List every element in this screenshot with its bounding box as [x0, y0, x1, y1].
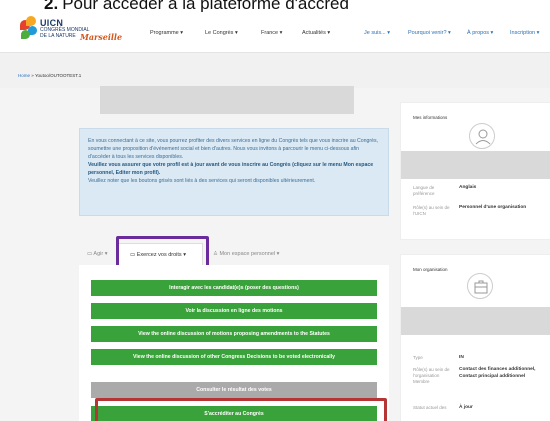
- info-paragraph-profile: Veuillez vous assurer que votre profil e…: [88, 162, 374, 176]
- iucn-role-label: Rôle(s) au sein de l'UICN: [413, 205, 450, 216]
- nav-je-suis[interactable]: Je suis... ▾: [364, 30, 390, 36]
- redacted-page-title: [100, 86, 354, 114]
- org-type-value: IN: [459, 355, 464, 360]
- logo-petal-green-icon: [21, 30, 30, 39]
- nav-inscription[interactable]: Inscription ▾: [510, 30, 539, 36]
- highlight-accreditation-button: [95, 398, 387, 421]
- language-label: Langue de préférence: [413, 185, 435, 196]
- tab-mon-espace-personnel[interactable]: ♙ Mon espace personnel ▾: [213, 251, 279, 257]
- redacted-user-name: [401, 151, 550, 179]
- redacted-organisation-name: [401, 307, 550, 335]
- nav-a-propos[interactable]: À propos ▾: [467, 30, 493, 36]
- logo-petal-orange-icon: [26, 16, 36, 26]
- breadcrumb-separator: »: [31, 73, 34, 78]
- breadcrumb-current: Youtoo/OUTOOTEST.1: [34, 73, 82, 78]
- my-organisation-title: Mon organisation: [413, 267, 448, 272]
- user-avatar-icon: [469, 123, 495, 149]
- info-paragraph-intro: En vous connectant à ce site, vous pourr…: [88, 138, 379, 160]
- view-statutes-discussion-button[interactable]: View the online discussion of motions pr…: [91, 326, 377, 342]
- org-type-label: Type: [413, 355, 423, 360]
- logo-city: Marseille: [80, 32, 123, 42]
- view-motions-discussion-button[interactable]: Voir la discussion en ligne des motions: [91, 303, 377, 319]
- nav-actualites[interactable]: Actualités ▾: [302, 30, 330, 36]
- briefcase-icon: [467, 273, 493, 299]
- nav-programme[interactable]: Programme ▾: [150, 30, 183, 36]
- breadcrumb: Home » Youtoo/OUTOOTEST.1: [18, 73, 81, 78]
- vote-results-button: Consulter le résultat des votes: [91, 382, 377, 398]
- info-message-box: En vous connectant à ce site, vous pourr…: [79, 128, 389, 216]
- page: 2. Pour accéder à la plateforme d'accréd …: [0, 0, 550, 421]
- nav-france[interactable]: France ▾: [261, 30, 282, 36]
- org-role-label: Rôle(s) au sein de l'organisation Membre: [413, 367, 450, 384]
- my-organisation-card: Mon organisation Type IN Rôle(s) au sein…: [400, 254, 550, 421]
- my-info-card: Mes informations Langue de préférence An…: [400, 102, 550, 240]
- iucn-role-value: Personnel d'une organisation: [459, 205, 527, 210]
- breadcrumb-bar: Home » Youtoo/OUTOOTEST.1: [0, 52, 550, 88]
- nav-pourquoi-venir[interactable]: Pourquoi venir? ▾: [408, 30, 451, 36]
- info-paragraph-grey-buttons: Veuillez noter que les boutons grisés so…: [88, 178, 316, 184]
- nav-le-congres[interactable]: Le Congrès ▾: [205, 30, 238, 36]
- breadcrumb-home[interactable]: Home: [18, 73, 30, 78]
- top-navbar: UICN CONGRÈS MONDIAL DE LA NATURE Marsei…: [0, 12, 550, 52]
- iucn-logo[interactable]: UICN CONGRÈS MONDIAL DE LA NATURE Marsei…: [20, 16, 130, 48]
- org-status-value: À jour: [459, 405, 473, 410]
- my-info-title: Mes informations: [413, 115, 448, 120]
- tab-agir-label: Agir ▾: [93, 251, 108, 257]
- language-value: Anglais: [459, 185, 477, 190]
- org-status-label: Statut actuel des: [413, 405, 447, 410]
- org-role-value: Contact des finances additionnel, Contac…: [459, 367, 536, 379]
- tab-agir[interactable]: ▭ Agir ▾: [87, 251, 108, 257]
- view-decisions-discussion-button[interactable]: View the online discussion of other Cong…: [91, 349, 377, 365]
- interact-candidates-button[interactable]: Interagir avec les candidat(e)s (poser d…: [91, 280, 377, 296]
- tab-espace-label: Mon espace personnel ▾: [219, 251, 280, 257]
